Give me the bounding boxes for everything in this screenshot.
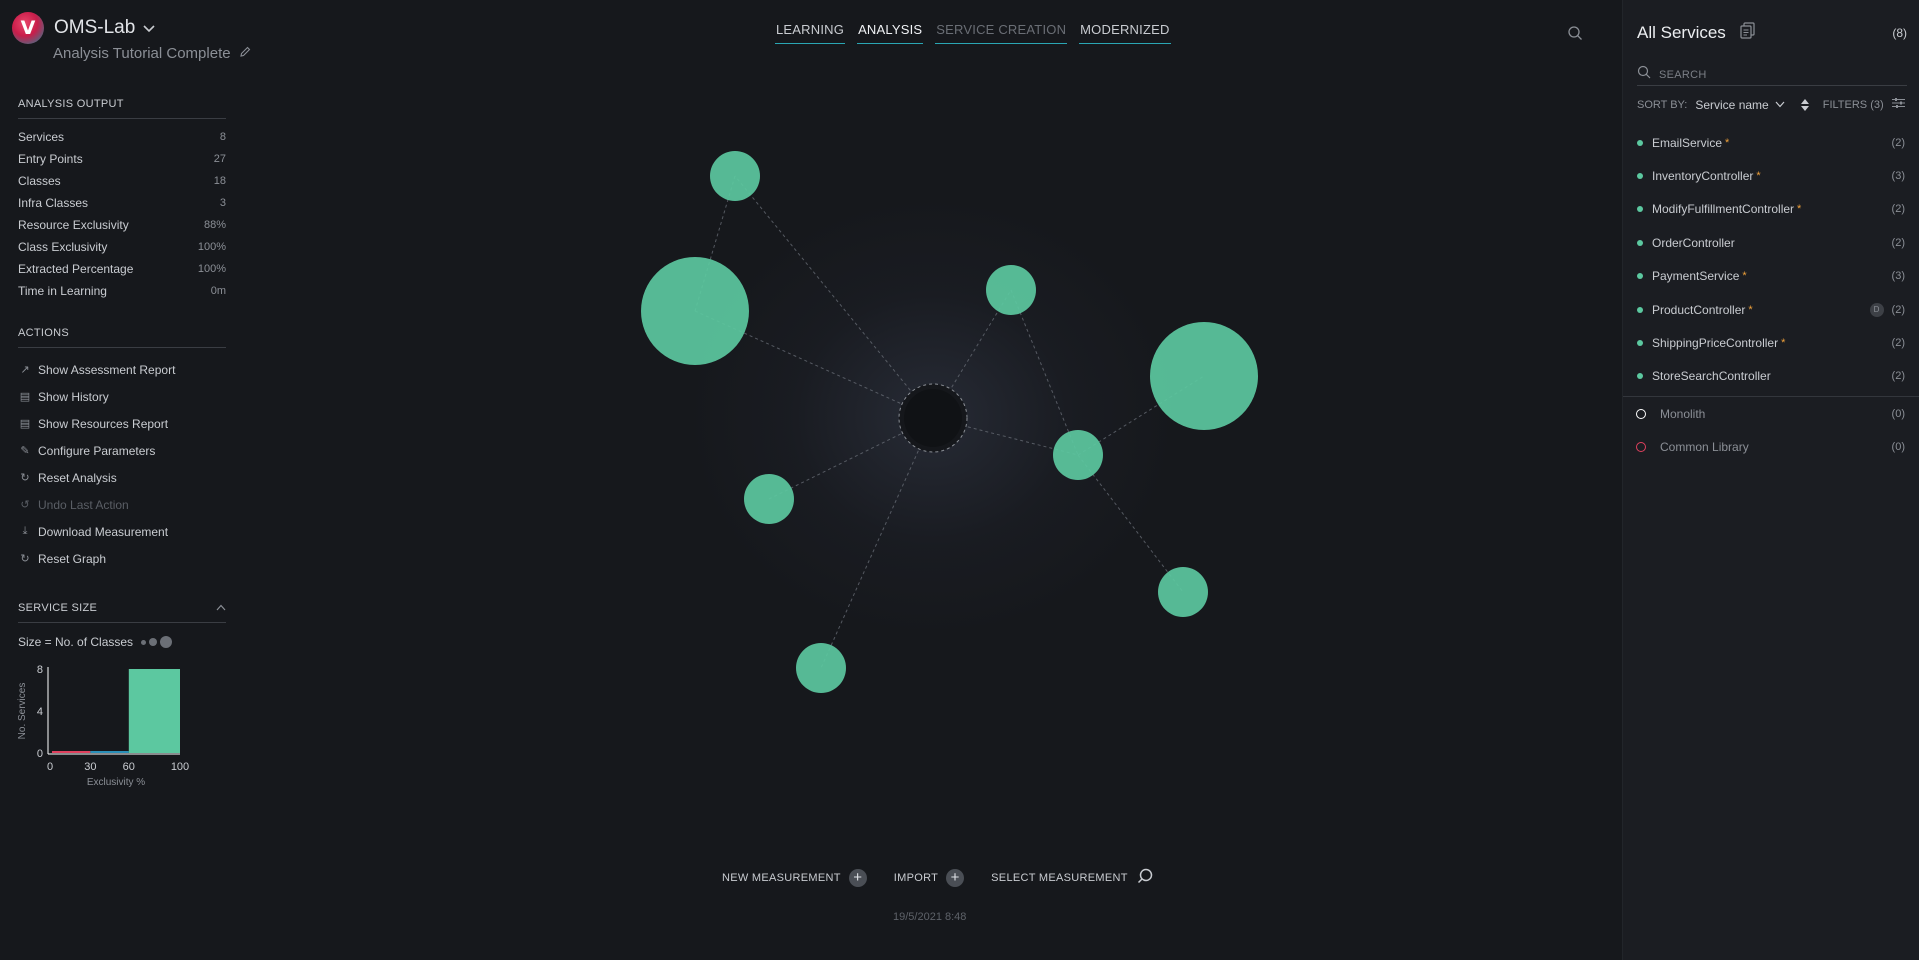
service-badge: D [1869,302,1884,317]
service-name: ModifyFulfillmentController [1652,202,1795,217]
service-status-dot [1637,340,1643,347]
service-count: (0) [1891,407,1905,420]
modified-star: * [1756,170,1761,183]
measurement-bar: NEW MEASUREMENT + IMPORT + SELECT MEASUR… [722,867,1154,888]
graph-node-5[interactable] [1053,430,1103,480]
graph-node-1[interactable] [710,151,760,201]
graph-node-8[interactable] [796,643,846,693]
search-icon [1136,867,1154,888]
service-count: (3) [1891,270,1905,283]
monolith-center-core [904,389,962,447]
graph-edge [734,175,934,419]
service-status-dot [1637,239,1643,246]
service-graph[interactable] [0,0,1620,960]
services-count: (8) [1892,25,1907,40]
service-name: InventoryController [1652,169,1754,184]
service-row[interactable]: EmailService * (2) [1623,126,1919,159]
service-row[interactable]: ModifyFulfillmentController * (2) [1623,193,1919,226]
service-count: (2) [1891,337,1905,350]
filter-sliders-icon[interactable] [1891,97,1905,112]
graph-node-3[interactable] [986,265,1036,315]
special-service-row[interactable]: Common Library (0) [1623,431,1919,464]
service-name: PaymentService [1652,269,1740,284]
service-row[interactable]: InventoryController * (3) [1623,159,1919,192]
service-name: Common Library [1660,440,1749,455]
service-name: OrderController [1652,235,1735,250]
services-list: EmailService * (2) InventoryController * (3) M… [1623,126,1919,464]
service-row[interactable]: ProductController * D (2) [1623,293,1919,326]
import-label: IMPORT [893,871,939,884]
service-count: (3) [1891,170,1905,183]
services-search[interactable] [1637,64,1907,86]
modified-star: * [1781,337,1786,350]
new-measurement-button[interactable]: NEW MEASUREMENT + [722,868,867,887]
service-count: (2) [1891,203,1905,216]
service-count: (0) [1891,441,1905,454]
graph-edge [1010,289,1079,456]
service-name: ShippingPriceController [1652,336,1779,351]
graph-node-4[interactable] [1150,322,1258,430]
modified-star: * [1748,303,1753,316]
service-status-dot [1637,273,1643,280]
service-name: Monolith [1660,406,1706,421]
service-name: ProductController [1652,302,1746,317]
services-panel-title: All Services [1637,22,1726,42]
service-status-dot [1637,373,1643,380]
search-icon [1637,65,1651,84]
service-count: (2) [1891,370,1905,383]
select-measurement-label: SELECT MEASUREMENT [991,871,1128,884]
graph-node-6[interactable] [744,474,794,524]
service-row[interactable]: PaymentService * (3) [1623,260,1919,293]
service-row[interactable]: ShippingPriceController * (2) [1623,326,1919,359]
services-panel-header: All Services (8) [1637,22,1907,43]
service-row[interactable]: StoreSearchController (2) [1623,360,1919,393]
ring-icon [1636,408,1646,419]
services-panel: All Services (8) SORT BY: Service name F… [1622,0,1919,960]
service-count: (2) [1891,303,1905,316]
sort-label: SORT BY: [1637,98,1688,111]
graph-node-2[interactable] [641,257,749,365]
sort-select[interactable]: Service name [1695,98,1768,112]
service-name: StoreSearchController [1652,369,1771,384]
chevron-down-icon[interactable] [1775,99,1785,111]
plus-icon: + [946,868,965,887]
graph-edge [820,417,934,669]
import-button[interactable]: IMPORT + [893,868,965,887]
sort-bar: SORT BY: Service name FILTERS (3) [1637,97,1907,112]
service-count: (2) [1891,136,1905,149]
new-measurement-label: NEW MEASUREMENT [722,871,841,884]
service-status-dot [1637,139,1643,146]
service-count: (2) [1891,236,1905,249]
service-status-dot [1637,206,1643,213]
modified-star: * [1725,136,1730,149]
service-row[interactable]: OrderController (2) [1623,226,1919,259]
service-status-dot [1637,306,1643,313]
service-name: EmailService [1652,135,1723,150]
select-measurement-button[interactable]: SELECT MEASUREMENT [991,867,1154,888]
copy-icon[interactable] [1740,22,1756,43]
special-service-row[interactable]: Monolith (0) [1623,397,1919,430]
graph-node-7[interactable] [1158,567,1208,617]
measurement-timestamp: 19/5/2021 8:48 [893,911,967,923]
filters-button[interactable]: FILTERS (3) [1823,99,1884,111]
graph-edge [1077,454,1184,593]
plus-icon: + [848,868,867,887]
modified-star: * [1797,203,1802,216]
modified-star: * [1742,270,1747,283]
services-search-input[interactable] [1659,68,1889,81]
ring-icon [1636,442,1646,453]
sort-direction-icon[interactable] [1800,98,1809,111]
service-status-dot [1637,173,1643,180]
